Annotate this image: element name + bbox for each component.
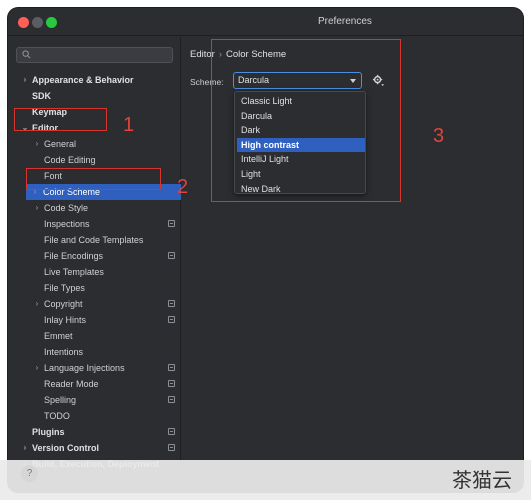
annotation-box-editor [14, 108, 107, 131]
sidebar-item-label: TODO [44, 411, 70, 421]
sidebar-item-label: Plugins [32, 427, 65, 437]
sidebar-item-label: File Types [44, 283, 85, 293]
settings-search-input[interactable] [16, 47, 173, 63]
annotation-label-3: 3 [433, 125, 445, 147]
project-scope-icon [168, 220, 175, 227]
project-scope-icon [168, 396, 175, 403]
maximize-window-button[interactable] [46, 17, 57, 28]
sidebar-item[interactable]: File and Code Templates [8, 232, 181, 248]
sidebar-item-label: Spelling [44, 395, 77, 405]
sidebar-item-label: Emmet [44, 331, 73, 341]
chevron-right-icon[interactable]: › [20, 440, 30, 456]
annotation-label-2: 2 [177, 176, 189, 198]
settings-sidebar: › Appearance & Behavior SDK Keymap ⌄ Editor › G… [8, 37, 181, 492]
chevron-right-icon[interactable]: › [32, 360, 42, 376]
sidebar-item-label: Code Editing [44, 155, 96, 165]
sidebar-item-label: Inspections [44, 219, 90, 229]
sidebar-item-label: SDK [32, 91, 52, 101]
project-scope-icon [168, 428, 175, 435]
sidebar-item[interactable]: Spelling [8, 392, 181, 408]
sidebar-item-label: Live Templates [44, 267, 104, 277]
sidebar-item-label: Version Control [32, 443, 100, 453]
sidebar-item[interactable]: › General [8, 136, 181, 152]
sidebar-item[interactable]: Intentions [8, 344, 181, 360]
project-scope-icon [168, 444, 175, 451]
project-scope-icon [168, 380, 175, 387]
annotation-box-scheme-list [211, 39, 401, 202]
sidebar-item[interactable]: Inlay Hints [8, 312, 181, 328]
sidebar-item[interactable]: Plugins [8, 424, 181, 440]
project-scope-icon [168, 364, 175, 371]
title-bar: Preferences [8, 8, 523, 36]
sidebar-item[interactable]: File Types [8, 280, 181, 296]
annotation-label-1: 1 [123, 114, 135, 136]
sidebar-item[interactable]: › Code Style [8, 200, 181, 216]
sidebar-item[interactable]: Code Editing [8, 152, 181, 168]
sidebar-item[interactable]: SDK [8, 88, 181, 104]
annotation-box-color-scheme [26, 168, 161, 190]
sidebar-item[interactable]: Emmet [8, 328, 181, 344]
chevron-right-icon[interactable]: › [32, 136, 42, 152]
project-scope-icon [168, 316, 175, 323]
sidebar-item-label: Intentions [44, 347, 84, 357]
sidebar-item-label: Copyright [44, 299, 83, 309]
sidebar-item-label: Code Style [44, 203, 89, 213]
sidebar-item-label: Appearance & Behavior [32, 75, 134, 85]
sidebar-item[interactable]: File Encodings [8, 248, 181, 264]
sidebar-item[interactable]: › Version Control [8, 440, 181, 456]
sidebar-item-label: File and Code Templates [44, 235, 144, 245]
sidebar-item-label: Inlay Hints [44, 315, 87, 325]
chevron-right-icon[interactable]: › [32, 200, 42, 216]
sidebar-item-label: Language Injections [44, 363, 125, 373]
sidebar-item-label: Reader Mode [44, 379, 99, 389]
close-window-button[interactable] [18, 17, 29, 28]
search-icon [22, 50, 31, 59]
sidebar-item[interactable]: TODO [8, 408, 181, 424]
sidebar-item[interactable]: › Copyright [8, 296, 181, 312]
sidebar-item[interactable]: › Appearance & Behavior [8, 72, 181, 88]
sidebar-item[interactable]: Inspections [8, 216, 181, 232]
chevron-right-icon[interactable]: › [20, 72, 30, 88]
sidebar-item[interactable]: Live Templates [8, 264, 181, 280]
project-scope-icon [168, 300, 175, 307]
minimize-window-button[interactable] [32, 17, 43, 28]
help-button[interactable]: ? [21, 465, 38, 482]
sidebar-item[interactable]: › Language Injections [8, 360, 181, 376]
sidebar-item[interactable]: Reader Mode [8, 376, 181, 392]
window-title: Preferences [318, 16, 372, 27]
chevron-right-icon[interactable]: › [32, 296, 42, 312]
sidebar-item-label: File Encodings [44, 251, 104, 261]
watermark-text: 茶猫云 [452, 468, 512, 492]
sidebar-item-label: General [44, 139, 77, 149]
project-scope-icon [168, 252, 175, 259]
